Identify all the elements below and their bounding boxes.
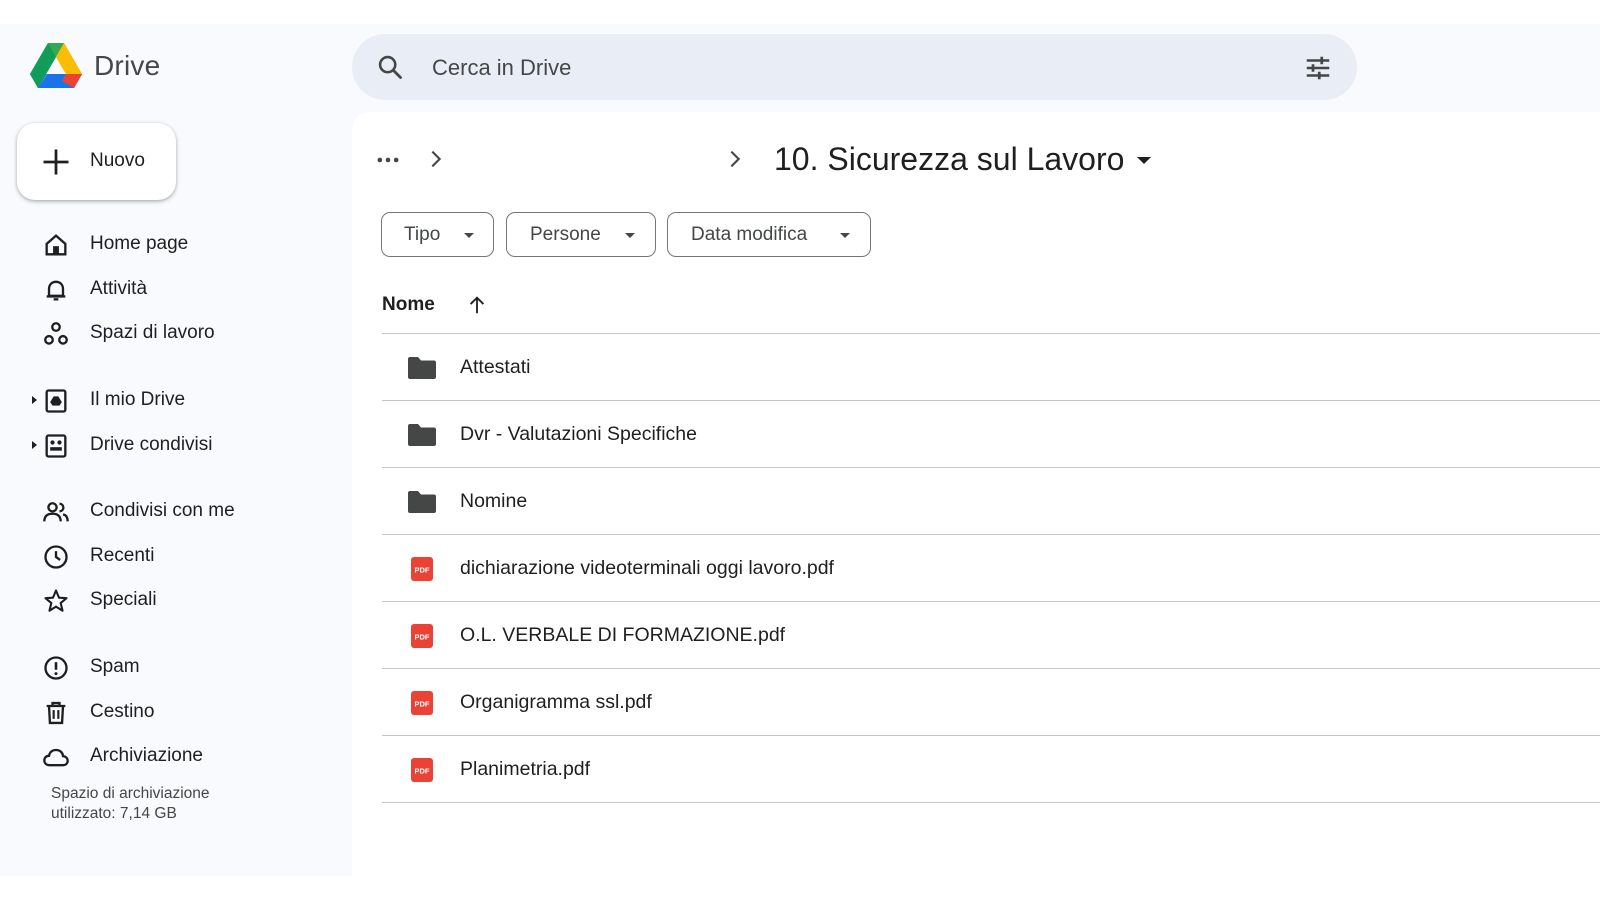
- sidebar-item-label: Cestino: [90, 701, 155, 722]
- main-panel: 10. Sicurezza sul Lavoro Tipo Persone Da…: [352, 112, 1600, 876]
- svg-text:PDF: PDF: [415, 633, 430, 642]
- pdf-icon: PDF: [411, 624, 433, 648]
- pdf-icon: PDF: [411, 691, 433, 715]
- pdf-icon: PDF: [411, 557, 433, 581]
- sidebar-item-shared-with-me[interactable]: Condivisi con me: [0, 491, 320, 531]
- storage-usage-text: Spazio di archiviazione utilizzato: 7,14…: [51, 784, 210, 824]
- sidebar-item-label: Home page: [90, 233, 189, 254]
- file-row[interactable]: Nomine: [382, 468, 1600, 535]
- spam-icon: [44, 656, 68, 680]
- sidebar-item-label: Drive condivisi: [90, 434, 213, 455]
- people-icon: [43, 502, 69, 522]
- home-icon: [45, 234, 67, 256]
- expand-caret-icon[interactable]: [30, 440, 38, 450]
- sidebar-item-activity[interactable]: Attività: [0, 269, 320, 309]
- folder-menu-dropdown-icon[interactable]: [1135, 152, 1153, 170]
- file-name: Organigramma ssl.pdf: [460, 691, 652, 713]
- filter-type-chip[interactable]: Tipo: [381, 212, 494, 257]
- sidebar-item-shared-drives[interactable]: Drive condivisi: [0, 425, 320, 465]
- drive-logo[interactable]: Drive: [30, 42, 160, 90]
- chevron-right-icon: [730, 150, 741, 168]
- file-row[interactable]: PDF O.L. VERBALE DI FORMAZIONE.pdf: [382, 602, 1600, 669]
- sidebar-item-label: Spazi di lavoro: [90, 322, 215, 343]
- bell-icon: [46, 280, 66, 301]
- storage-line-1: Spazio di archiviazione: [51, 785, 210, 802]
- sidebar-item-label: Attività: [90, 278, 148, 299]
- file-row[interactable]: Attestati: [382, 334, 1600, 401]
- chevron-down-icon: [464, 233, 474, 238]
- sidebar-item-workspaces[interactable]: Spazi di lavoro: [0, 313, 320, 353]
- sidebar-item-label: Speciali: [90, 589, 157, 610]
- sidebar-item-label: Archiviazione: [90, 745, 203, 766]
- search-input[interactable]: Cerca in Drive: [432, 55, 571, 81]
- sidebar-item-home[interactable]: Home page: [0, 224, 320, 264]
- sidebar-item-label: Condivisi con me: [90, 500, 235, 521]
- sidebar-item-my-drive[interactable]: Il mio Drive: [0, 380, 320, 420]
- folder-icon: [408, 491, 436, 513]
- storage-line-2: utilizzato: 7,14 GB: [51, 805, 177, 822]
- file-name: Attestati: [460, 356, 531, 378]
- chevron-down-icon: [840, 233, 850, 238]
- filter-type-label: Tipo: [404, 224, 441, 245]
- drive-logo-icon: [30, 43, 82, 88]
- file-row[interactable]: PDF Planimetria.pdf: [382, 736, 1600, 803]
- more-horiz-icon[interactable]: [374, 146, 402, 174]
- file-row[interactable]: PDF Organigramma ssl.pdf: [382, 669, 1600, 736]
- sidebar-item-storage[interactable]: Archiviazione: [0, 736, 320, 776]
- filter-modified-chip[interactable]: Data modifica: [667, 212, 871, 257]
- sort-ascending-icon[interactable]: [466, 294, 488, 316]
- search-options-icon[interactable]: [1303, 53, 1333, 83]
- svg-text:PDF: PDF: [415, 767, 430, 776]
- file-name: O.L. VERBALE DI FORMAZIONE.pdf: [460, 624, 786, 646]
- file-name: Planimetria.pdf: [460, 758, 591, 780]
- sidebar-item-recent[interactable]: Recenti: [0, 536, 320, 576]
- trash-icon: [46, 701, 66, 725]
- sidebar-item-trash[interactable]: Cestino: [0, 692, 320, 732]
- file-row[interactable]: Dvr - Valutazioni Specifiche: [382, 401, 1600, 468]
- filter-people-label: Persone: [530, 224, 601, 245]
- sidebar-item-spam[interactable]: Spam: [0, 647, 320, 687]
- file-name: dichiarazione videoterminali oggi lavoro…: [460, 557, 834, 579]
- clock-icon: [44, 545, 68, 569]
- sidebar-item-label: Recenti: [90, 545, 155, 566]
- folder-icon: [408, 424, 436, 446]
- sidebar-item-label: Spam: [90, 656, 140, 677]
- svg-text:PDF: PDF: [415, 700, 430, 709]
- svg-text:PDF: PDF: [415, 566, 430, 575]
- cloud-icon: [43, 748, 69, 767]
- new-button[interactable]: Nuovo: [17, 123, 176, 200]
- search-bar[interactable]: Cerca in Drive: [352, 34, 1357, 100]
- column-header-name[interactable]: Nome: [382, 294, 435, 316]
- star-icon: [44, 589, 68, 612]
- folder-icon: [408, 357, 436, 379]
- chevron-down-icon: [625, 233, 635, 238]
- filter-modified-label: Data modifica: [691, 224, 808, 245]
- expand-caret-icon[interactable]: [30, 395, 38, 405]
- new-button-label: Nuovo: [90, 150, 145, 171]
- my-drive-icon: [45, 389, 67, 413]
- file-name: Dvr - Valutazioni Specifiche: [460, 423, 697, 445]
- search-icon[interactable]: [376, 53, 404, 81]
- filter-people-chip[interactable]: Persone: [506, 212, 656, 257]
- app-name: Drive: [94, 50, 161, 81]
- sidebar-item-starred[interactable]: Speciali: [0, 580, 320, 620]
- current-folder-title[interactable]: 10. Sicurezza sul Lavoro: [774, 141, 1124, 178]
- sidebar-item-label: Il mio Drive: [90, 389, 186, 410]
- file-row[interactable]: PDF dichiarazione videoterminali oggi la…: [382, 535, 1600, 602]
- plus-icon: [43, 149, 69, 175]
- pdf-icon: PDF: [411, 758, 433, 782]
- file-name: Nomine: [460, 490, 528, 512]
- workspaces-icon: [44, 322, 68, 345]
- shared-drives-icon: [45, 434, 67, 458]
- chevron-right-icon: [431, 150, 442, 168]
- drive-app: Drive Cerca in Drive Nuovo Home page Att…: [0, 24, 1600, 876]
